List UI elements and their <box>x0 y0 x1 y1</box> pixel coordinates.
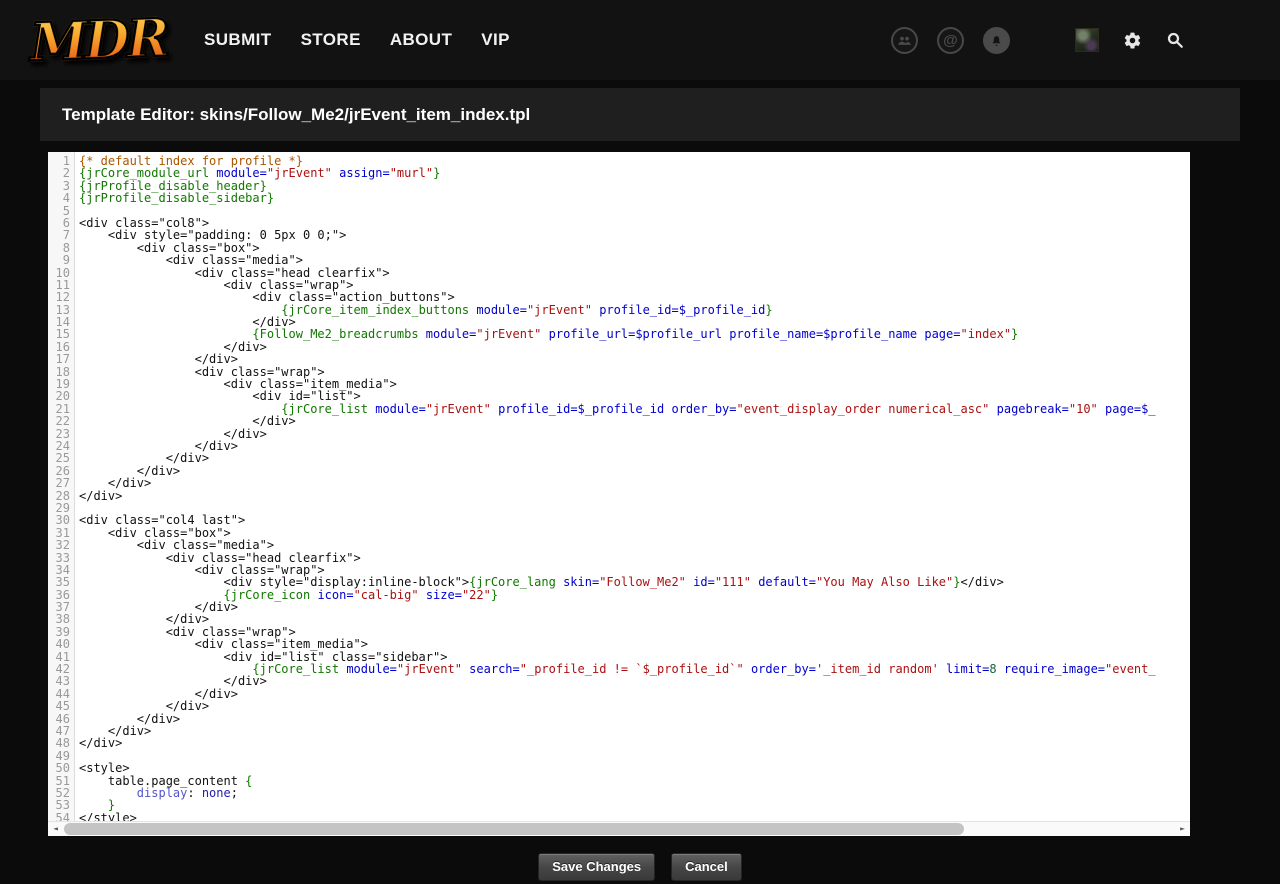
save-changes-button[interactable]: Save Changes <box>538 853 655 881</box>
line-number: 25 <box>48 452 70 464</box>
code-line[interactable]: {jrProfile_disable_sidebar} <box>79 192 1190 204</box>
users-icon[interactable] <box>891 27 918 54</box>
code-line[interactable]: </style> <box>79 812 1190 821</box>
code-line[interactable]: </div> <box>79 477 1190 489</box>
line-number: 9 <box>48 254 70 266</box>
line-number: 32 <box>48 539 70 551</box>
line-number: 35 <box>48 576 70 588</box>
code-line[interactable]: </div> <box>79 675 1190 687</box>
code-line[interactable] <box>79 750 1190 762</box>
settings-icon[interactable] <box>1123 31 1142 50</box>
line-number: 20 <box>48 390 70 402</box>
search-icon[interactable] <box>1166 31 1184 49</box>
template-editor[interactable]: 1234567891011121314151617181920212223242… <box>48 152 1190 836</box>
code-line[interactable]: {jrCore_icon icon="cal-big" size="22"} <box>79 589 1190 601</box>
horizontal-scrollbar[interactable]: ◄ ► <box>48 821 1190 836</box>
main-nav: SUBMIT STORE ABOUT VIP <box>204 30 539 50</box>
code-line[interactable]: </div> <box>79 737 1190 749</box>
page: MDR SUBMIT STORE ABOUT VIP @ <box>0 0 1280 884</box>
code-line[interactable]: </div> <box>79 341 1190 353</box>
line-number: 54 <box>48 812 70 821</box>
line-number: 48 <box>48 737 70 749</box>
line-number: 50 <box>48 762 70 774</box>
nav-link-store[interactable]: STORE <box>301 30 361 50</box>
line-number: 43 <box>48 675 70 687</box>
line-number: 2 <box>48 167 70 179</box>
line-number: 40 <box>48 638 70 650</box>
code-line[interactable]: </div> <box>79 601 1190 613</box>
code-line[interactable]: </div> <box>79 440 1190 452</box>
nav-link-about[interactable]: ABOUT <box>390 30 452 50</box>
code-line[interactable]: </div> <box>79 428 1190 440</box>
line-number: 30 <box>48 514 70 526</box>
line-number: 38 <box>48 613 70 625</box>
code-line[interactable]: table.page_content { <box>79 775 1190 787</box>
line-number: 7 <box>48 229 70 241</box>
scroll-left-arrow-icon[interactable]: ◄ <box>48 822 63 836</box>
line-number: 22 <box>48 415 70 427</box>
code-line[interactable]: </div> <box>79 700 1190 712</box>
code-line[interactable]: </div> <box>79 465 1190 477</box>
line-number: 12 <box>48 291 70 303</box>
code-line[interactable] <box>79 502 1190 514</box>
code-line[interactable]: </div> <box>79 713 1190 725</box>
editor-code[interactable]: {* default index for profile *}{jrCore_m… <box>75 152 1190 821</box>
nav-link-submit[interactable]: SUBMIT <box>204 30 272 50</box>
cancel-button[interactable]: Cancel <box>671 853 742 881</box>
code-line[interactable]: </div> <box>79 725 1190 737</box>
code-line[interactable]: display: none; <box>79 787 1190 799</box>
line-number: 17 <box>48 353 70 365</box>
scrollbar-thumb[interactable] <box>64 823 964 835</box>
scroll-right-arrow-icon[interactable]: ► <box>1175 822 1190 836</box>
line-number: 4 <box>48 192 70 204</box>
notifications-icon[interactable] <box>983 27 1010 54</box>
nav-link-vip[interactable]: VIP <box>481 30 510 50</box>
footer-actions: Save Changes Cancel <box>0 853 1280 881</box>
line-number: 53 <box>48 799 70 811</box>
page-title: Template Editor: skins/Follow_Me2/jrEven… <box>40 105 530 125</box>
editor-gutter: 1234567891011121314151617181920212223242… <box>48 152 75 821</box>
code-line[interactable]: </div> <box>79 452 1190 464</box>
nav-right-tools: @ <box>891 27 1280 54</box>
top-navbar: MDR SUBMIT STORE ABOUT VIP @ <box>0 0 1280 80</box>
user-avatar[interactable] <box>1075 28 1099 52</box>
line-number: 27 <box>48 477 70 489</box>
site-logo[interactable]: MDR <box>30 10 190 71</box>
code-line[interactable]: } <box>79 799 1190 811</box>
code-line[interactable] <box>79 205 1190 217</box>
code-line[interactable]: <div class="col4 last"> <box>79 514 1190 526</box>
line-number: 15 <box>48 328 70 340</box>
editor-title-bar: Template Editor: skins/Follow_Me2/jrEven… <box>40 88 1240 141</box>
line-number: 45 <box>48 700 70 712</box>
site-logo-text: MDR <box>29 7 168 73</box>
editor-body: 1234567891011121314151617181920212223242… <box>48 152 1190 821</box>
at-icon[interactable]: @ <box>937 27 964 54</box>
code-line[interactable]: </div> <box>79 688 1190 700</box>
code-line[interactable]: </div> <box>79 490 1190 502</box>
